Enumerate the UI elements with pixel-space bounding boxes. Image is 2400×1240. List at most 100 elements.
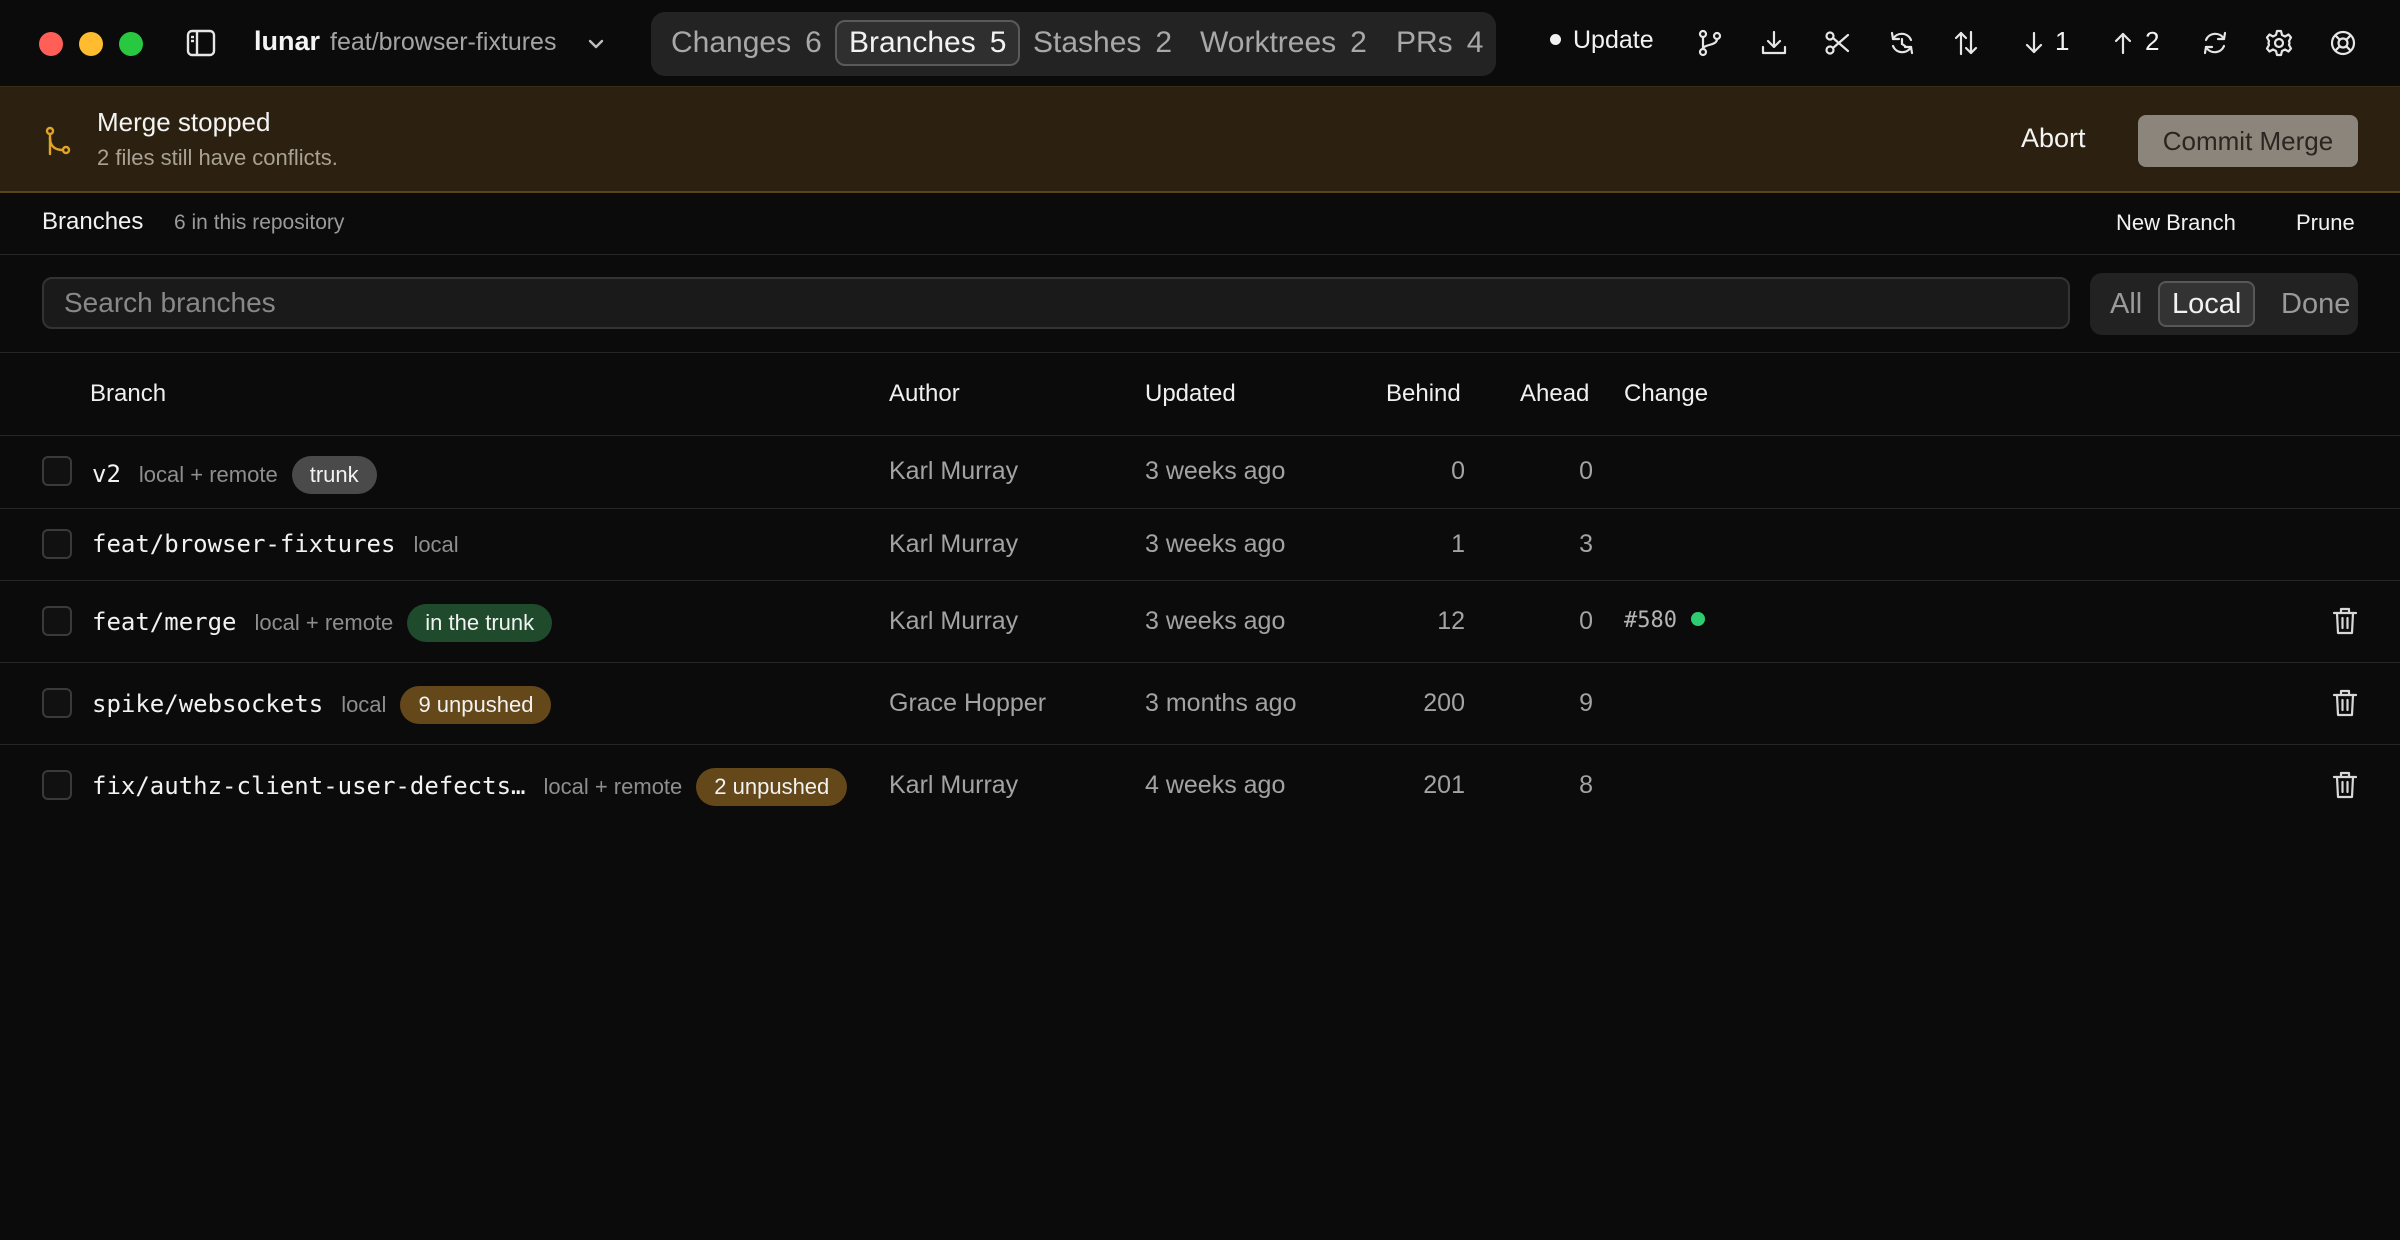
author-cell: Karl Murray	[889, 457, 1019, 485]
author-cell: Grace Hopper	[889, 689, 1047, 717]
row-checkbox[interactable]	[42, 688, 72, 718]
banner-subtitle: 2 files still have conflicts.	[97, 145, 338, 170]
prune-button[interactable]: Prune	[2296, 210, 2355, 236]
branch-location: local + remote	[138, 462, 278, 487]
arrow-down-icon[interactable]	[2019, 28, 2049, 58]
tab-label: Worktrees	[1200, 26, 1337, 59]
col-change[interactable]: Change	[1624, 380, 1708, 408]
status-badge: 9 unpushed	[400, 686, 552, 724]
git-merge-icon	[45, 126, 71, 156]
table-row[interactable]: feat/browser-fixtures local Karl Murray 3…	[0, 508, 2400, 581]
tab-label: Branches	[849, 26, 976, 59]
sort-arrows-icon[interactable]	[1951, 28, 1981, 58]
tab-count: 5	[989, 26, 1007, 59]
scissors-icon[interactable]	[1823, 28, 1853, 58]
branch-name: feat/merge	[92, 608, 237, 636]
sidebar-toggle-icon[interactable]	[186, 29, 216, 57]
filter-local[interactable]: Local	[2158, 281, 2256, 327]
current-branch-label[interactable]: feat/browser-fixtures	[330, 28, 556, 57]
merge-banner: Merge stopped 2 files still have conflic…	[0, 86, 2400, 193]
author-cell: Karl Murray	[889, 771, 1019, 799]
status-badge: 2 unpushed	[696, 768, 848, 806]
col-author[interactable]: Author	[889, 380, 960, 408]
close-window-button[interactable]	[39, 32, 63, 56]
status-badge: in the trunk	[407, 604, 553, 642]
row-checkbox[interactable]	[42, 606, 72, 636]
update-button[interactable]: Update	[1550, 26, 1654, 55]
history-refresh-icon[interactable]	[1887, 28, 1917, 58]
section-header: Branches 6 in this repository New Branch…	[0, 190, 2400, 255]
tab-label: Changes	[671, 26, 792, 59]
ahead-cell: 3	[1579, 530, 1593, 558]
abort-button[interactable]: Abort	[2021, 123, 2086, 154]
table-row[interactable]: feat/merge local + remote in the trunk Kar…	[0, 580, 2400, 663]
tab-worktrees[interactable]: Worktrees 2	[1188, 20, 1379, 66]
row-checkbox[interactable]	[42, 770, 72, 800]
branch-name-cell: feat/browser-fixtures local	[92, 530, 459, 558]
ahead-cell: 0	[1579, 607, 1593, 635]
banner-title: Merge stopped	[97, 107, 271, 137]
status-badge: trunk	[291, 456, 377, 494]
filter-done[interactable]: Done	[2269, 281, 2362, 327]
branch-location: local + remote	[254, 610, 394, 635]
row-checkbox[interactable]	[42, 529, 72, 559]
search-box	[42, 277, 2070, 329]
branch-name-cell: fix/authz-client-user-defects… local + re…	[92, 768, 848, 806]
sync-icon[interactable]	[2200, 28, 2230, 58]
pr-number-link[interactable]: #580	[1624, 608, 1677, 633]
table-row[interactable]: fix/authz-client-user-defects… local + re…	[0, 744, 2400, 826]
zoom-window-button[interactable]	[119, 32, 143, 56]
branch-name-cell: v2 local + remote trunk	[92, 456, 377, 494]
branch-name: spike/websockets	[92, 690, 324, 718]
trash-icon[interactable]	[2331, 606, 2359, 636]
arrow-up-icon[interactable]	[2108, 28, 2138, 58]
tab-stashes[interactable]: Stashes 2	[1021, 20, 1184, 66]
updated-cell: 3 weeks ago	[1145, 457, 1286, 485]
table-header: Branch Author Updated Behind Ahead Chang…	[0, 352, 2400, 436]
tab-branches[interactable]: Branches 5	[835, 20, 1021, 66]
help-lifebuoy-icon[interactable]	[2328, 28, 2358, 58]
branch-count: 6 in this repository	[174, 211, 345, 234]
branch-name-cell: spike/websockets local 9 unpushed	[92, 686, 552, 724]
branch-name: v2	[92, 460, 121, 488]
commit-merge-button[interactable]: Commit Merge	[2138, 115, 2358, 167]
col-ahead[interactable]: Ahead	[1520, 380, 1589, 408]
pull-count: 1	[2055, 26, 2070, 56]
gear-icon[interactable]	[2264, 28, 2294, 58]
minimize-window-button[interactable]	[79, 32, 103, 56]
col-branch[interactable]: Branch	[90, 380, 166, 408]
search-input[interactable]	[44, 279, 2068, 327]
scope-filter: All Local Done	[2090, 273, 2358, 335]
trash-icon[interactable]	[2331, 688, 2359, 718]
behind-cell: 12	[1437, 607, 1465, 635]
tab-count: 2	[1350, 26, 1367, 59]
col-updated[interactable]: Updated	[1145, 380, 1236, 408]
row-checkbox[interactable]	[42, 456, 72, 486]
tab-changes[interactable]: Changes 6	[659, 20, 834, 66]
author-cell: Karl Murray	[889, 530, 1019, 558]
tab-count: 2	[1155, 26, 1173, 59]
ahead-cell: 9	[1579, 689, 1593, 717]
branch-name-cell: feat/merge local + remote in the trunk	[92, 604, 553, 642]
table-row[interactable]: spike/websockets local 9 unpushed Grace Ho…	[0, 662, 2400, 745]
col-behind[interactable]: Behind	[1386, 380, 1461, 408]
chevron-down-icon[interactable]	[585, 33, 607, 55]
section-title: Branches	[42, 208, 144, 235]
branch-location: local + remote	[543, 774, 683, 799]
filter-all[interactable]: All	[2098, 281, 2154, 327]
download-icon[interactable]	[1759, 28, 1789, 58]
new-branch-button[interactable]: New Branch	[2116, 210, 2236, 236]
branch-location: local	[413, 532, 459, 557]
behind-cell: 201	[1423, 771, 1465, 799]
behind-cell: 200	[1423, 689, 1465, 717]
git-branch-icon[interactable]	[1695, 28, 1725, 58]
table-row[interactable]: v2 local + remote trunk Karl Murray 3 week…	[0, 434, 2400, 509]
tab-prs[interactable]: PRs 4	[1384, 20, 1495, 66]
change-cell[interactable]: #580	[1624, 608, 1705, 633]
behind-cell: 1	[1451, 530, 1465, 558]
tab-count: 6	[805, 26, 822, 59]
trash-icon[interactable]	[2331, 770, 2359, 800]
ahead-cell: 0	[1579, 457, 1593, 485]
branch-name: fix/authz-client-user-defects…	[92, 772, 526, 800]
update-label: Update	[1573, 26, 1654, 54]
